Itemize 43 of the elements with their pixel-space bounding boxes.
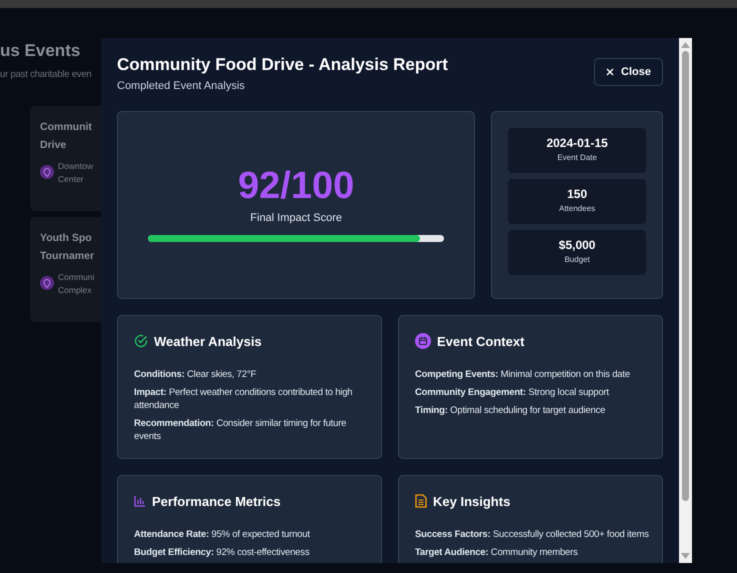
stat-label: Event Date xyxy=(557,152,597,164)
page-subtitle: ur past charitable even xyxy=(0,68,92,82)
detail-text: Attendance Rate: 95% of expected turnout xyxy=(134,528,311,541)
scrollbar-thumb[interactable] xyxy=(682,51,689,501)
card-title: Event Context xyxy=(437,332,524,350)
card-title: Performance Metrics xyxy=(152,492,281,510)
stat-value: 150 xyxy=(567,187,588,202)
detail-text: Target Audience: Community members xyxy=(415,546,579,559)
location-pin-icon xyxy=(40,165,54,180)
stat-label: Budget xyxy=(564,254,590,266)
stat-value: 2024-01-15 xyxy=(546,136,608,151)
event-card[interactable]: Communit Drive Downtow Center xyxy=(30,106,101,212)
close-button[interactable]: Close xyxy=(594,58,663,86)
close-icon xyxy=(606,68,614,76)
modal-subtitle: Completed Event Analysis xyxy=(117,79,246,94)
detail-text: Conditions: Clear skies, 72°F xyxy=(134,368,258,381)
document-icon xyxy=(415,494,427,508)
calendar-icon xyxy=(415,333,431,350)
detail-text: Impact: Perfect weather conditions contributed to high attendance xyxy=(134,386,354,412)
scroll-down-icon[interactable] xyxy=(681,553,690,559)
scroll-up-icon[interactable] xyxy=(681,42,690,48)
detail-text: Timing: Optimal scheduling for target audience xyxy=(415,404,606,417)
stat-value: $5,000 xyxy=(558,238,596,253)
check-circle-icon xyxy=(134,334,148,348)
modal-title: Community Food Drive - Analysis Report xyxy=(117,54,448,76)
event-title: Youth Spo Tournamer xyxy=(40,231,96,264)
score-value: 92/100 xyxy=(238,164,354,208)
detail-text: Competing Events: Minimal competition on this date xyxy=(415,368,631,381)
detail-text: Recommendation: Consider similar timing for future events xyxy=(134,417,348,443)
event-card[interactable]: Youth Spo Tournamer Communi Complex xyxy=(30,217,101,322)
card-title: Weather Analysis xyxy=(154,332,262,351)
stat-label: Attendees xyxy=(559,203,596,215)
scrollbar[interactable] xyxy=(679,38,692,563)
bar-chart-icon xyxy=(134,495,146,508)
score-label: Final Impact Score xyxy=(250,210,342,226)
event-location: Communi Complex xyxy=(58,271,94,298)
event-title: Communit Drive xyxy=(40,120,93,154)
detail-text: Community Engagement: Strong local support xyxy=(415,386,610,399)
card-title: Key Insights xyxy=(433,492,510,511)
page-heading: us Events xyxy=(0,40,80,62)
event-location: Downtow Center xyxy=(58,160,93,186)
location-pin-icon xyxy=(40,276,54,290)
detail-text: Budget Efficiency: 92% cost-effectiveness xyxy=(134,546,310,559)
